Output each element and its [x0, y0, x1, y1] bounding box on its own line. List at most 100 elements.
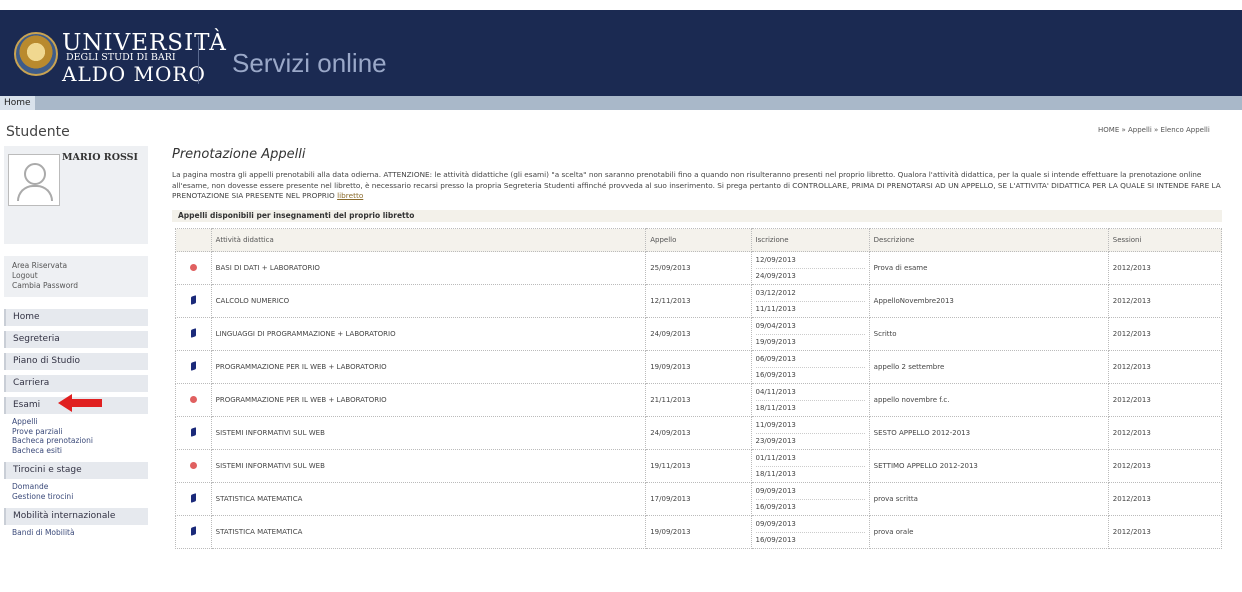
iscrizione-end: 18/11/2013 — [755, 469, 796, 478]
activity-cell: LINGUAGGI DI PROGRAMMAZIONE + LABORATORI… — [210, 317, 647, 351]
sidebar-item-tirocini-e-stage[interactable]: Tirocini e stage — [4, 462, 148, 479]
table-caption: Appelli disponibili per insegnamenti del… — [172, 210, 1222, 222]
book-icon[interactable] — [190, 493, 196, 503]
iscrizione-start: 04/11/2013 — [755, 385, 865, 401]
descrizione-cell: SETTIMO APPELLO 2012-2013 — [868, 449, 1109, 483]
appelli-table: Attività didattica Appello Iscrizione Descr… — [175, 228, 1223, 549]
breadcrumb[interactable]: HOME » Appelli » Elenco Appelli — [1098, 126, 1210, 134]
sidebar-subitem-bacheca-esiti[interactable]: Bacheca esiti — [12, 446, 148, 456]
area-links-box: Area Riservata Logout Cambia Password — [4, 256, 148, 297]
iscrizione-start: 06/09/2013 — [755, 352, 865, 368]
status-cell[interactable] — [175, 350, 212, 384]
activity-cell: SISTEMI INFORMATIVI SUL WEB — [210, 416, 647, 450]
iscrizione-end: 16/09/2013 — [755, 502, 796, 511]
iscrizione-end: 16/09/2013 — [755, 535, 796, 544]
descrizione-cell: Prova di esame — [868, 251, 1109, 285]
red-dot-icon[interactable] — [189, 461, 197, 469]
column-header-descrizione: Descrizione — [868, 228, 1109, 252]
sidebar-item-segreteria[interactable]: Segreteria — [4, 331, 148, 348]
red-dot-icon[interactable] — [189, 395, 197, 403]
iscrizione-cell: 09/09/2013 16/09/2013 — [750, 482, 870, 516]
book-icon[interactable] — [190, 427, 196, 437]
page-title: Prenotazione Appelli — [172, 147, 306, 162]
iscrizione-end: 18/11/2013 — [755, 403, 796, 412]
sidebar-subitem-domande[interactable]: Domande — [12, 482, 148, 492]
red-dot-icon[interactable] — [189, 263, 197, 271]
descrizione-cell: AppelloNovembre2013 — [868, 284, 1109, 318]
status-cell[interactable] — [175, 482, 212, 516]
descrizione-cell: prova scritta — [868, 482, 1109, 516]
status-cell[interactable] — [175, 449, 212, 483]
iscrizione-start: 11/09/2013 — [755, 418, 865, 434]
column-header-activity: Attività didattica — [210, 228, 647, 252]
sidebar-subitem-bandi-di-mobilit-[interactable]: Bandi di Mobilità — [12, 528, 148, 538]
iscrizione-end: 19/09/2013 — [755, 337, 796, 346]
activity-cell: PROGRAMMAZIONE PER IL WEB + LABORATORIO — [210, 350, 647, 384]
table-row: PROGRAMMAZIONE PER IL WEB + LABORATORIO 2… — [175, 383, 1223, 417]
appello-date-cell: 24/09/2013 — [645, 416, 752, 450]
iscrizione-cell: 04/11/2013 18/11/2013 — [750, 383, 870, 417]
status-cell[interactable] — [175, 416, 212, 450]
descrizione-cell: appello novembre f.c. — [868, 383, 1109, 417]
iscrizione-cell: 09/04/2013 19/09/2013 — [750, 317, 870, 351]
area-riservata-link[interactable]: Area Riservata — [8, 261, 144, 271]
status-cell[interactable] — [175, 284, 212, 318]
appello-date-cell: 24/09/2013 — [645, 317, 752, 351]
activity-cell: STATISTICA MATEMATICA — [210, 515, 647, 549]
table-row: SISTEMI INFORMATIVI SUL WEB 24/09/2013 11/… — [175, 416, 1223, 450]
sidebar: Studente MARIO ROSSI Area Riservata Logo… — [4, 118, 148, 540]
avatar-body-icon — [17, 185, 53, 201]
column-header-status — [175, 228, 212, 252]
libretto-link[interactable]: libretto — [337, 191, 363, 200]
book-icon[interactable] — [190, 526, 196, 536]
sidebar-sublist: Bandi di Mobilità — [4, 525, 148, 540]
menubar-home-link[interactable]: Home — [0, 96, 35, 110]
sidebar-item-piano-di-studio[interactable]: Piano di Studio — [4, 353, 148, 370]
activity-cell: CALCOLO NUMERICO — [210, 284, 647, 318]
column-header-iscrizione: Iscrizione — [750, 228, 870, 252]
status-cell[interactable] — [175, 251, 212, 285]
activity-cell: PROGRAMMAZIONE PER IL WEB + LABORATORIO — [210, 383, 647, 417]
iscrizione-end: 23/09/2013 — [755, 436, 796, 445]
university-subname: DEGLI STUDI DI BARI — [66, 52, 176, 63]
sidebar-sublist: Appelli Prove parziali Bacheca prenotazion… — [4, 414, 148, 457]
sidebar-subitem-prove-parziali[interactable]: Prove parziali — [12, 427, 148, 437]
appello-date-cell: 25/09/2013 — [645, 251, 752, 285]
sidebar-title: Studente — [6, 124, 70, 140]
university-seal-icon[interactable] — [14, 32, 58, 76]
iscrizione-start: 12/09/2013 — [755, 253, 865, 269]
sidebar-subitem-gestione-tirocini[interactable]: Gestione tirocini — [12, 492, 148, 502]
table-row: LINGUAGGI DI PROGRAMMAZIONE + LABORATORI… — [175, 317, 1223, 351]
book-icon[interactable] — [190, 295, 196, 305]
iscrizione-end: 11/11/2013 — [755, 304, 796, 313]
sessione-cell: 2012/2013 — [1107, 482, 1223, 516]
sessione-cell: 2012/2013 — [1107, 416, 1223, 450]
status-cell[interactable] — [175, 317, 212, 351]
sidebar-subitem-appelli[interactable]: Appelli — [12, 417, 148, 427]
sidebar-subitem-bacheca-prenotazioni[interactable]: Bacheca prenotazioni — [12, 436, 148, 446]
change-password-link[interactable]: Cambia Password — [8, 281, 144, 291]
activity-cell: SISTEMI INFORMATIVI SUL WEB — [210, 449, 647, 483]
book-icon[interactable] — [190, 328, 196, 338]
iscrizione-end: 16/09/2013 — [755, 370, 796, 379]
iscrizione-cell: 11/09/2013 23/09/2013 — [750, 416, 870, 450]
iscrizione-start: 03/12/2012 — [755, 286, 865, 302]
header-banner: UNIVERSITÀ DEGLI STUDI DI BARI ALDO MORO… — [0, 10, 1242, 96]
descrizione-cell: SESTO APPELLO 2012-2013 — [868, 416, 1109, 450]
table-row: SISTEMI INFORMATIVI SUL WEB 19/11/2013 01/… — [175, 449, 1223, 483]
university-name-aldo-moro: ALDO MORO — [62, 62, 206, 86]
status-cell[interactable] — [175, 383, 212, 417]
book-icon[interactable] — [190, 361, 196, 371]
sidebar-item-home[interactable]: Home — [4, 309, 148, 326]
sidebar-item-carriera[interactable]: Carriera — [4, 375, 148, 392]
iscrizione-cell: 12/09/2013 24/09/2013 — [750, 251, 870, 285]
status-cell[interactable] — [175, 515, 212, 549]
column-header-appello: Appello — [645, 228, 752, 252]
intro-paragraph: La pagina mostra gli appelli prenotabili… — [172, 170, 1221, 200]
logout-link[interactable]: Logout — [8, 271, 144, 281]
header-divider — [198, 36, 199, 84]
table-row: PROGRAMMAZIONE PER IL WEB + LABORATORIO 1… — [175, 350, 1223, 384]
table-row: BASI DI DATI + LABORATORIO 25/09/2013 12/0… — [175, 251, 1223, 285]
top-strip — [0, 0, 1242, 10]
sidebar-item-mobilit-internazionale[interactable]: Mobilità internazionale — [4, 508, 148, 525]
